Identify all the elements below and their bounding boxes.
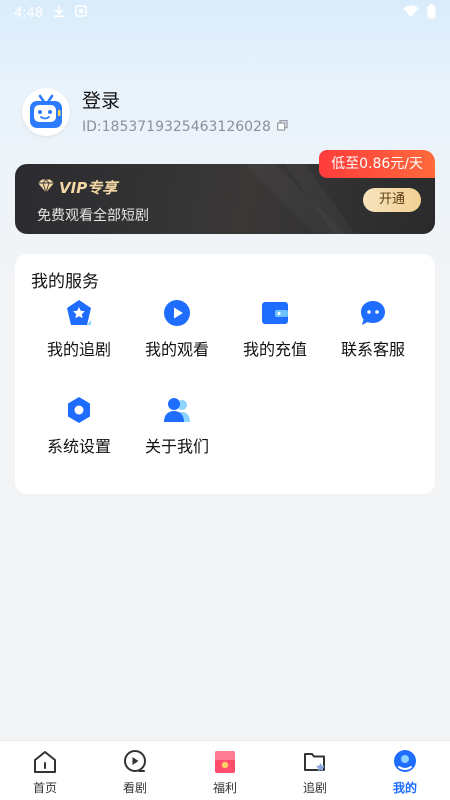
vip-subtitle: 免费观看全部短剧: [37, 208, 149, 224]
service-label: 我的观看: [144, 340, 209, 359]
service-contact-support[interactable]: 联系客服: [325, 298, 421, 360]
nav-mine[interactable]: 我的: [360, 741, 450, 800]
status-time: 4:48: [14, 5, 44, 21]
avatar[interactable]: [22, 88, 70, 136]
gift-icon: [215, 751, 235, 773]
login-button[interactable]: 登录: [82, 89, 288, 113]
nav-home[interactable]: 首页: [0, 741, 90, 800]
tv-mascot-icon: [30, 94, 62, 128]
vip-open-button[interactable]: 开通: [363, 188, 421, 212]
service-my-watch[interactable]: 我的观看: [129, 298, 225, 360]
status-bar: 4:48: [0, 0, 450, 26]
play-icon: [164, 300, 190, 326]
service-my-recharge[interactable]: 我的充值: [227, 298, 323, 360]
nav-label: 追剧: [302, 781, 327, 795]
home-icon: [34, 751, 56, 773]
nav-label: 我的: [392, 781, 417, 795]
chat-icon: [361, 301, 385, 325]
nav-label: 首页: [32, 781, 57, 795]
service-label: 我的充值: [242, 340, 307, 359]
copy-icon[interactable]: [277, 119, 288, 135]
wallet-icon: [262, 302, 288, 324]
download-icon: [53, 4, 65, 22]
diamond-icon: [37, 178, 55, 197]
nav-label: 看剧: [122, 781, 147, 795]
notification-icon: [75, 5, 87, 21]
nav-watch[interactable]: 看剧: [90, 741, 180, 800]
user-id-text: ID:1853719325463126028: [82, 119, 271, 135]
play-circle-icon: [124, 750, 146, 772]
vip-title: VIP专享: [59, 179, 118, 197]
nav-welfare[interactable]: 福利: [180, 741, 270, 800]
service-label: 系统设置: [46, 437, 111, 456]
nav-label: 福利: [212, 781, 237, 795]
vip-card[interactable]: 低至0.86元/天 VIP专享 免费观看全部短剧 开通: [15, 150, 435, 234]
service-label: 联系客服: [340, 340, 405, 359]
service-my-follow[interactable]: 我的追剧: [31, 298, 127, 360]
star-folder-icon: [67, 300, 91, 325]
service-system-settings[interactable]: 系统设置: [31, 395, 127, 457]
vip-price-badge: 低至0.86元/天: [319, 150, 435, 178]
folder-star-icon: [304, 753, 325, 772]
bottom-nav: 首页 看剧 福利 追剧 我的: [0, 740, 450, 800]
settings-icon: [68, 397, 90, 423]
profile-section[interactable]: 登录 ID:1853719325463126028: [22, 88, 288, 136]
battery-icon: [427, 3, 436, 23]
services-panel: 我的服务 我的追剧 我的观看 我的充值 联系客服 系统设置 关于我们: [15, 254, 435, 494]
service-about-us[interactable]: 关于我们: [129, 395, 225, 457]
service-label: 关于我们: [144, 437, 209, 456]
service-label: 我的追剧: [46, 340, 111, 359]
wifi-icon: [403, 5, 419, 22]
services-title: 我的服务: [31, 272, 99, 292]
nav-follow[interactable]: 追剧: [270, 741, 360, 800]
users-icon: [164, 398, 190, 422]
profile-icon: [394, 750, 416, 772]
